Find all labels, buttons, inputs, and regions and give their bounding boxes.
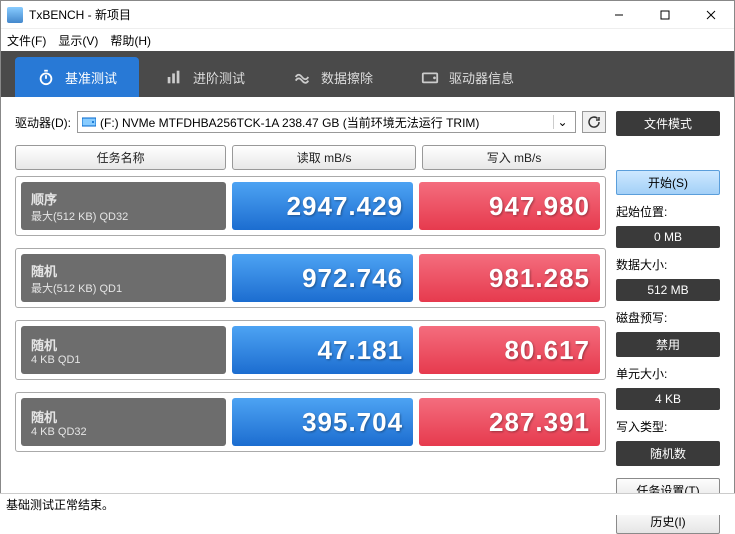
- read-value: 47.181: [232, 326, 413, 374]
- tab-advanced[interactable]: 进阶测试: [143, 57, 267, 97]
- result-row: 随机最大(512 KB) QD1972.746981.285: [15, 248, 606, 308]
- writetype-label: 写入类型:: [616, 418, 720, 435]
- maximize-button[interactable]: [642, 1, 688, 29]
- stopwatch-icon: [37, 68, 55, 86]
- tab-label: 驱动器信息: [449, 68, 514, 87]
- unitsize-value[interactable]: 4 KB: [616, 388, 720, 410]
- read-value: 2947.429: [232, 182, 413, 230]
- task-title: 随机: [31, 335, 216, 354]
- unitsize-label: 单元大小:: [616, 365, 720, 382]
- hdd-icon: [82, 116, 96, 128]
- task-name-box[interactable]: 顺序最大(512 KB) QD32: [21, 182, 226, 230]
- tab-driveinfo[interactable]: 驱动器信息: [399, 57, 536, 97]
- task-name-box[interactable]: 随机4 KB QD32: [21, 398, 226, 446]
- write-value: 287.391: [419, 398, 600, 446]
- tab-label: 进阶测试: [193, 68, 245, 87]
- tab-benchmark[interactable]: 基准测试: [15, 57, 139, 97]
- result-row: 顺序最大(512 KB) QD322947.429947.980: [15, 176, 606, 236]
- write-value: 80.617: [419, 326, 600, 374]
- col-read: 读取 mB/s: [232, 145, 416, 170]
- app-icon: [7, 7, 23, 23]
- startpos-value[interactable]: 0 MB: [616, 226, 720, 248]
- col-task-name: 任务名称: [15, 145, 226, 170]
- minimize-button[interactable]: [596, 1, 642, 29]
- prefetch-value[interactable]: 禁用: [616, 332, 720, 357]
- task-name-box[interactable]: 随机4 KB QD1: [21, 326, 226, 374]
- read-value: 395.704: [232, 398, 413, 446]
- write-value: 981.285: [419, 254, 600, 302]
- refresh-icon: [587, 115, 601, 129]
- menu-view[interactable]: 显示(V): [58, 32, 98, 49]
- status-bar: 基础测试正常结束。: [0, 493, 735, 515]
- datasize-value[interactable]: 512 MB: [616, 279, 720, 301]
- erase-icon: [293, 68, 311, 86]
- drive-select[interactable]: (F:) NVMe MTFDHBA256TCK-1A 238.47 GB (当前…: [77, 111, 576, 133]
- result-row: 随机4 KB QD147.18180.617: [15, 320, 606, 380]
- task-title: 随机: [31, 407, 216, 426]
- prefetch-label: 磁盘预写:: [616, 309, 720, 326]
- task-title: 随机: [31, 261, 216, 280]
- datasize-label: 数据大小:: [616, 256, 720, 273]
- task-name-box[interactable]: 随机最大(512 KB) QD1: [21, 254, 226, 302]
- tab-label: 数据擦除: [321, 68, 373, 87]
- window-title: TxBENCH - 新项目: [29, 6, 596, 23]
- filemode-button[interactable]: 文件模式: [616, 111, 720, 136]
- drive-icon: [421, 68, 439, 86]
- result-row: 随机4 KB QD32395.704287.391: [15, 392, 606, 452]
- task-subtitle: 4 KB QD1: [31, 354, 216, 366]
- task-subtitle: 最大(512 KB) QD32: [31, 208, 216, 224]
- task-subtitle: 最大(512 KB) QD1: [31, 280, 216, 296]
- startpos-label: 起始位置:: [616, 203, 720, 220]
- col-write: 写入 mB/s: [422, 145, 606, 170]
- drive-label: 驱动器(D):: [15, 114, 71, 131]
- start-button[interactable]: 开始(S): [616, 170, 720, 195]
- task-title: 顺序: [31, 189, 216, 208]
- read-value: 972.746: [232, 254, 413, 302]
- chevron-down-icon: ⌄: [553, 115, 571, 129]
- menu-help[interactable]: 帮助(H): [110, 32, 151, 49]
- refresh-button[interactable]: [582, 111, 606, 133]
- menu-file[interactable]: 文件(F): [7, 32, 46, 49]
- close-button[interactable]: [688, 1, 734, 29]
- write-value: 947.980: [419, 182, 600, 230]
- writetype-value[interactable]: 随机数: [616, 441, 720, 466]
- tab-erase[interactable]: 数据擦除: [271, 57, 395, 97]
- tab-label: 基准测试: [65, 68, 117, 87]
- drive-value: (F:) NVMe MTFDHBA256TCK-1A 238.47 GB (当前…: [100, 114, 553, 131]
- bars-icon: [165, 68, 183, 86]
- task-subtitle: 4 KB QD32: [31, 426, 216, 438]
